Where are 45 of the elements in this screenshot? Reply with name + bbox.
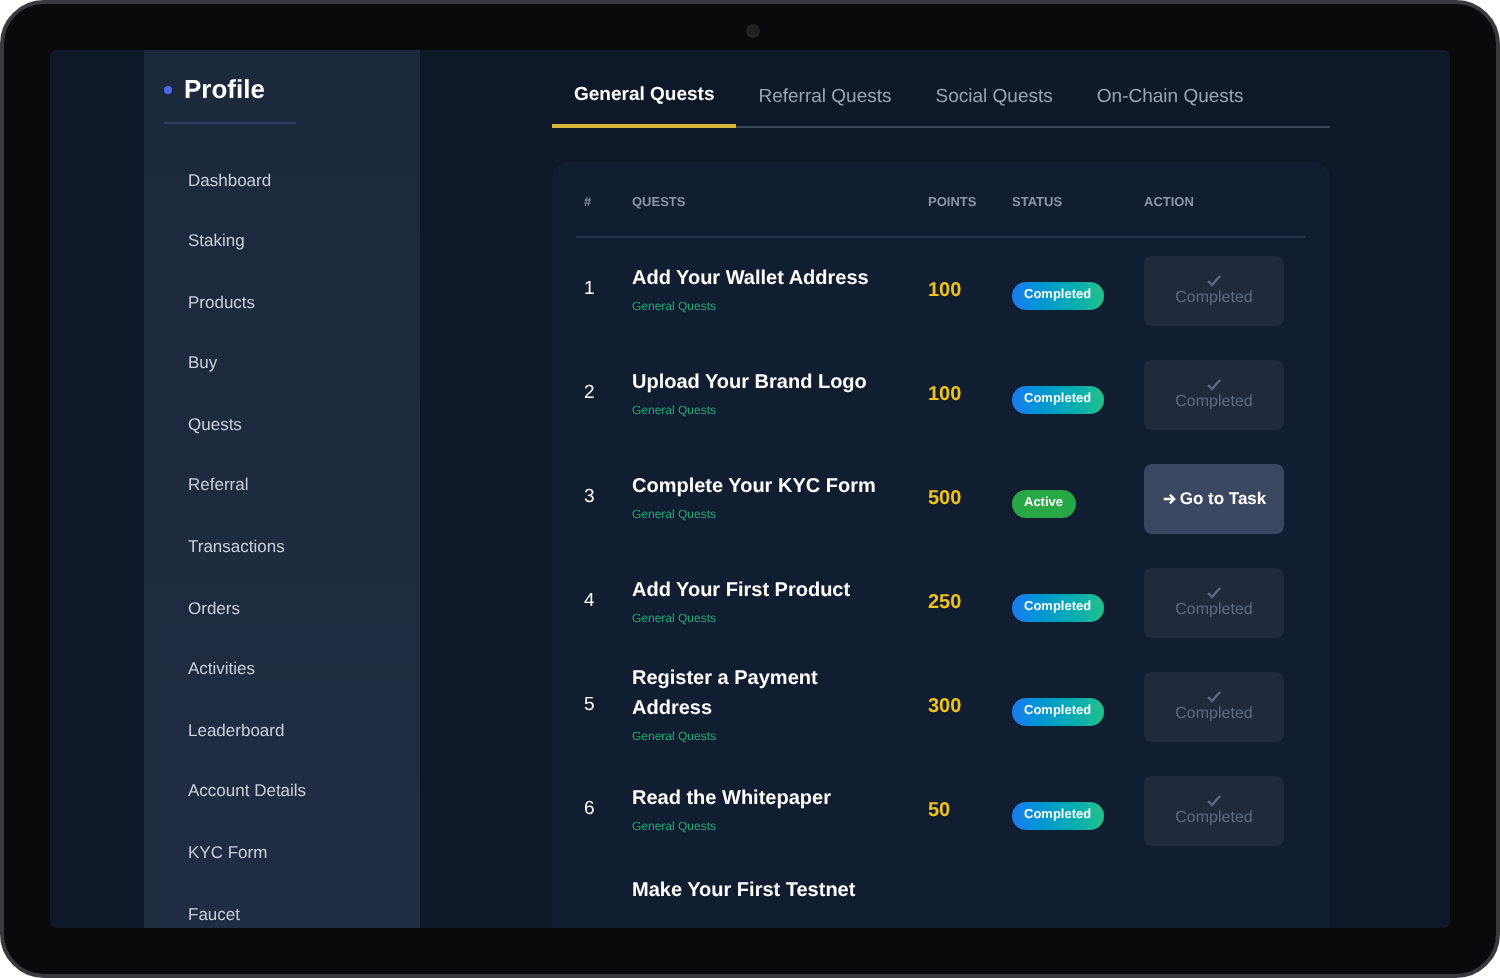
points: 500 <box>928 485 964 514</box>
points: 50 <box>928 797 953 826</box>
sidebar-item[interactable]: Account Details <box>188 776 420 805</box>
sidebar-item[interactable]: Leaderboard <box>188 715 420 744</box>
sidebar-item[interactable]: Buy <box>188 348 420 377</box>
tab[interactable]: Referral Quests <box>736 82 914 127</box>
sidebar-title: Profile <box>184 72 265 108</box>
quest-title: Add Your Wallet Address <box>632 265 871 294</box>
sidebar-item[interactable]: Faucet <box>188 899 420 928</box>
quest-title: Read the Whitepaper <box>632 785 833 814</box>
points: 100 <box>928 381 964 410</box>
sidebar-item[interactable]: Quests <box>188 409 420 438</box>
quest-title: Upload Your Brand Logo <box>632 369 869 398</box>
row-number: 3 <box>582 484 597 513</box>
points: 100 <box>928 277 964 306</box>
sidebar-item[interactable]: Referral <box>188 470 420 499</box>
check-icon <box>1206 793 1222 808</box>
quest-title: Add Your First Product <box>632 577 853 606</box>
row-number: 2 <box>582 380 597 409</box>
row-number: 1 <box>582 276 597 305</box>
arrow-right-icon <box>1161 491 1176 506</box>
points: 300 <box>928 693 964 722</box>
sidebar-item[interactable]: Activities <box>188 654 420 683</box>
sidebar-item[interactable]: Staking <box>188 226 420 255</box>
camera-icon <box>746 24 760 38</box>
points: 250 <box>928 589 964 618</box>
row-number: 5 <box>582 692 597 721</box>
quest-title: Make Your First Testnet <box>632 878 858 907</box>
check-icon <box>1206 689 1222 704</box>
check-icon <box>1206 377 1222 392</box>
sidebar-item[interactable]: KYC Form <box>188 838 420 867</box>
sidebar-item[interactable]: Dashboard <box>188 165 420 193</box>
sidebar-item[interactable]: Orders <box>188 593 420 622</box>
go-to-task-button[interactable]: Go to Task <box>1144 463 1284 534</box>
row-number: 4 <box>582 588 597 617</box>
quest-title: Register a Payment Address <box>632 666 820 725</box>
tab[interactable]: General Quests <box>552 82 737 129</box>
check-icon <box>1206 585 1222 600</box>
sidebar-item[interactable]: Products <box>188 287 420 316</box>
tab[interactable]: On-Chain Quests <box>1074 82 1266 127</box>
tab[interactable]: Social Quests <box>913 82 1075 127</box>
row-number: 6 <box>582 796 597 825</box>
sidebar-item[interactable]: Transactions <box>188 532 420 561</box>
quest-title: Complete Your KYC Form <box>632 473 878 502</box>
check-icon <box>1206 273 1222 288</box>
